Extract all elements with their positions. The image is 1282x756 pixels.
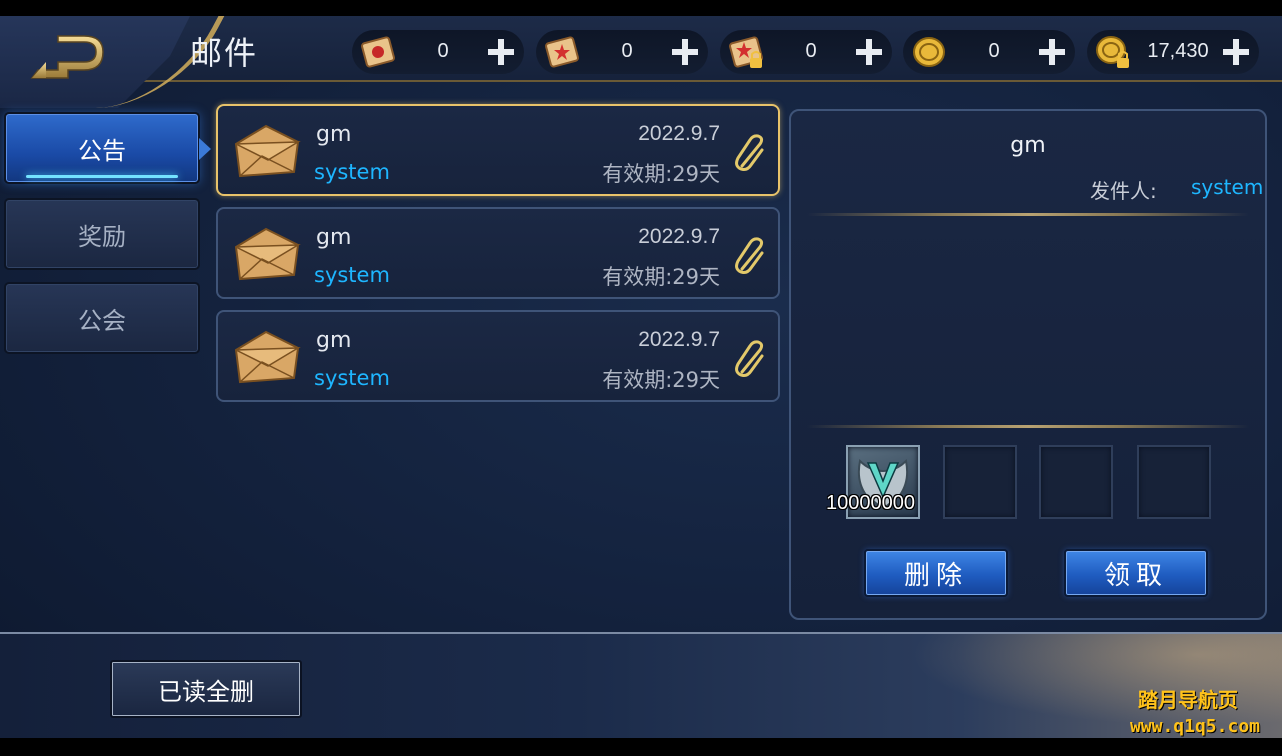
tab-label: 奖励 [78, 222, 126, 251]
mail-sender: system [314, 160, 390, 184]
add-red-scroll-button[interactable] [486, 37, 516, 67]
bottom-bar: 已读全删 踏月导航页 www.q1q5.com [0, 632, 1282, 738]
currency-gold-coin: 0 [903, 30, 1075, 74]
attachment-quantity: 10000000 [826, 492, 915, 514]
currency-value: 0 [621, 40, 633, 62]
mail-screen: 邮件 0 0 0 0 17,430 公告 奖励 公会 gm system 202… [0, 16, 1282, 738]
mail-title: gm [316, 122, 352, 147]
paperclip-icon [735, 237, 764, 274]
paperclip-icon [735, 340, 764, 377]
currency-value: 0 [437, 40, 449, 62]
tab-reward[interactable]: 奖励 [4, 198, 200, 270]
tab-label: 公会 [78, 306, 126, 335]
page-title: 邮件 [190, 34, 259, 72]
mail-sender: system [314, 263, 390, 287]
locked-scroll-icon [729, 36, 763, 68]
currency-star-scroll: 0 [536, 30, 708, 74]
add-star-scroll-button[interactable] [670, 37, 700, 67]
paperclip-icon [735, 134, 764, 171]
red-scroll-icon [361, 36, 395, 68]
locked-coin-icon [1096, 36, 1129, 68]
currency-value: 0 [988, 40, 1000, 62]
divider [807, 213, 1249, 216]
currency-red-scroll: 0 [352, 30, 524, 74]
back-button[interactable] [28, 32, 106, 84]
attachment-slot[interactable]: 10000000 [826, 445, 920, 519]
attachment-slot-empty [943, 445, 1017, 519]
back-arrow-icon [30, 35, 104, 79]
mail-sender: system [314, 366, 390, 390]
mail-date: 2022.9.7 [638, 225, 720, 248]
sender-label: 发件人: [1090, 179, 1157, 203]
claim-button[interactable]: 领取 [1064, 549, 1208, 597]
tab-guild[interactable]: 公会 [4, 282, 200, 354]
divider [807, 425, 1249, 428]
tab-label: 公告 [78, 136, 126, 165]
envelope-icon [234, 330, 301, 384]
envelope-icon [234, 124, 301, 178]
watermark-url: www.q1q5.com [1129, 716, 1260, 737]
mail-item[interactable]: gm system 2022.9.7 有效期:29天 [216, 207, 780, 299]
watermark-title: 踏月导航页 [1138, 688, 1238, 712]
mail-date: 2022.9.7 [638, 328, 720, 351]
delete-button[interactable]: 删除 [864, 549, 1008, 597]
add-gold-coin-button[interactable] [1037, 37, 1067, 67]
mail-item[interactable]: gm system 2022.9.7 有效期:29天 [216, 310, 780, 402]
mail-expiry: 有效期:29天 [602, 162, 720, 186]
tab-active-glow [26, 175, 178, 178]
detail-title: gm [1010, 133, 1046, 158]
attachment-slot-empty [1137, 445, 1211, 519]
delete-all-read-button[interactable]: 已读全删 [110, 660, 302, 718]
attachment-slot-empty [1039, 445, 1113, 519]
detail-sender: system [1191, 175, 1264, 199]
star-scroll-icon [545, 36, 579, 68]
mail-title: gm [316, 225, 352, 250]
gold-coin-icon [913, 37, 945, 67]
currency-locked-scroll: 0 [720, 30, 892, 74]
add-locked-scroll-button[interactable] [854, 37, 884, 67]
mail-expiry: 有效期:29天 [602, 368, 720, 392]
currency-value: 0 [805, 40, 817, 62]
tab-announcement[interactable]: 公告 [4, 112, 211, 184]
mail-detail-panel: gm 发件人: system 10000000 删除 领取 [789, 109, 1267, 620]
mail-title: gm [316, 328, 352, 353]
currency-value: 17,430 [1147, 40, 1209, 62]
mail-date: 2022.9.7 [638, 122, 720, 145]
mail-item[interactable]: gm system 2022.9.7 有效期:29天 [216, 104, 780, 196]
currency-locked-coin: 17,430 [1087, 30, 1259, 74]
mail-expiry: 有效期:29天 [602, 265, 720, 289]
add-locked-coin-button[interactable] [1221, 37, 1251, 67]
envelope-icon [234, 227, 301, 281]
